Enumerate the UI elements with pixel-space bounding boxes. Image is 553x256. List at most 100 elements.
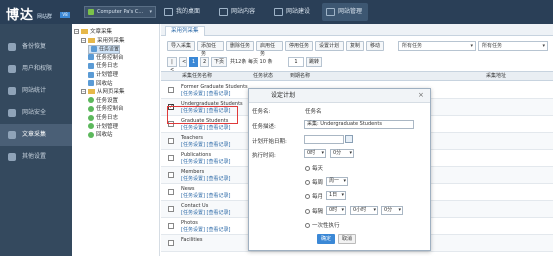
minute-value: 0分 bbox=[333, 150, 342, 156]
tree-item-label: 任务控制台 bbox=[96, 106, 124, 113]
tree-item[interactable]: 任务日志 bbox=[88, 114, 118, 122]
row-checkbox[interactable] bbox=[168, 172, 174, 178]
toolbar-button[interactable]: 停用任务 bbox=[285, 41, 313, 51]
tree-item[interactable]: 计划管理 bbox=[88, 123, 118, 131]
filter-value: 所有任务 bbox=[482, 43, 503, 49]
sidebar-item-users[interactable]: 用户和权限 bbox=[0, 58, 72, 80]
task-desc-input[interactable]: 采集: Undergraduate Students bbox=[304, 120, 414, 129]
radio-weekly[interactable] bbox=[305, 180, 310, 185]
tree-item[interactable]: 计划管理 bbox=[88, 71, 118, 79]
row-checkbox[interactable] bbox=[168, 189, 174, 195]
desktop-icon bbox=[164, 8, 173, 16]
radio-once[interactable] bbox=[305, 223, 310, 228]
tree-item[interactable]: 任务控制台 bbox=[88, 54, 124, 62]
sidebar-item-security[interactable]: 网站安全 bbox=[0, 102, 72, 124]
tab-column-collect[interactable]: 采用列采集 bbox=[165, 26, 205, 36]
toolbar-button[interactable]: 删除任务 bbox=[226, 41, 254, 51]
expand-toggle-icon: − bbox=[74, 29, 79, 34]
tree-item[interactable]: − 采用列采集 bbox=[81, 37, 125, 45]
start-date-label: 计划开始日期: bbox=[252, 139, 287, 145]
toolbar-button[interactable]: 导入采集 bbox=[167, 41, 195, 51]
row-checkbox[interactable] bbox=[168, 223, 174, 229]
row-action-links[interactable]: [任务设置] [查看记录] bbox=[181, 227, 230, 233]
row-action-links[interactable]: [任务设置] [查看记录] bbox=[181, 176, 230, 182]
row-action-links[interactable]: [任务设置] [查看记录] bbox=[181, 159, 230, 165]
chevron-down-icon: ▾ bbox=[321, 150, 324, 156]
row-action-links[interactable]: [任务设置] [查看记录] bbox=[181, 142, 230, 148]
page-1-button[interactable]: 1 bbox=[189, 57, 198, 67]
toolbar-button[interactable]: 设置计划 bbox=[315, 41, 344, 51]
tree-item[interactable]: − 文章采集 bbox=[74, 28, 112, 36]
weekday-select[interactable]: 周一 ▾ bbox=[326, 177, 348, 186]
chevron-down-icon: ▾ bbox=[149, 9, 152, 15]
tree-item[interactable]: 任务控制台 bbox=[88, 105, 124, 113]
toolbar-button[interactable]: 移动 bbox=[366, 41, 384, 51]
filter-value: 所有任务 bbox=[402, 43, 423, 49]
task-filter-select[interactable]: 所有任务 ▾ bbox=[398, 41, 476, 51]
row-checkbox[interactable] bbox=[168, 240, 174, 246]
chevron-down-icon: ▾ bbox=[470, 43, 473, 49]
row-task-name: Members bbox=[181, 169, 205, 175]
row-task-name: Contact Us bbox=[181, 203, 209, 209]
tree-item[interactable]: 回收站 bbox=[88, 80, 113, 88]
minute-select[interactable]: 0分 ▾ bbox=[330, 149, 354, 158]
sidebar-item-collect[interactable]: 文章采集 bbox=[0, 124, 72, 146]
sidebar-item-other[interactable]: 其他设置 bbox=[0, 146, 72, 168]
nav-site-build[interactable]: 网站建设 bbox=[270, 3, 316, 21]
task-icon bbox=[91, 46, 97, 53]
first-page-button[interactable]: |< bbox=[167, 57, 177, 73]
goto-button[interactable]: 跳转 bbox=[306, 57, 322, 67]
row-action-links[interactable]: [任务设置] [查看记录] bbox=[181, 193, 230, 199]
row-checkbox[interactable] bbox=[168, 87, 174, 93]
monthday-select[interactable]: 1日 ▾ bbox=[326, 191, 346, 200]
sidebar-item-label: 网站安全 bbox=[22, 109, 47, 116]
shield-icon bbox=[8, 109, 16, 117]
close-icon[interactable]: × bbox=[418, 91, 424, 99]
task-name-value: 任务名 bbox=[305, 109, 322, 115]
hour-select[interactable]: 0时 ▾ bbox=[304, 149, 326, 158]
page-2-button[interactable]: 2 bbox=[200, 57, 209, 67]
every-minute-select[interactable]: 0分 ▾ bbox=[381, 206, 403, 215]
tree-item[interactable]: 回收站 bbox=[88, 131, 113, 139]
tree-item[interactable]: 任务日志 bbox=[88, 62, 118, 70]
toolbar-button[interactable]: 复制 bbox=[346, 41, 364, 51]
site-select[interactable]: Computer Pa's C... ▾ bbox=[84, 6, 156, 18]
row-task-name: Publications bbox=[181, 152, 212, 158]
monthday-value: 1日 bbox=[329, 192, 338, 198]
web-task-icon bbox=[88, 123, 94, 130]
ok-button[interactable]: 确定 bbox=[317, 234, 335, 244]
row-checkbox[interactable] bbox=[168, 138, 174, 144]
row-action-links[interactable]: [任务设置] [查看记录] bbox=[181, 91, 230, 97]
row-action-links[interactable]: [任务设置] [查看记录] bbox=[181, 125, 230, 131]
cancel-button[interactable]: 取消 bbox=[338, 234, 356, 244]
start-date-input[interactable] bbox=[304, 135, 344, 144]
every-hour-select-a[interactable]: 0时 ▾ bbox=[326, 206, 346, 215]
goto-page-input[interactable]: 1 bbox=[288, 57, 304, 67]
expand-toggle-icon: − bbox=[81, 89, 86, 95]
calendar-icon[interactable] bbox=[345, 135, 353, 143]
tree-item[interactable]: − 从网页采集 bbox=[81, 88, 125, 96]
task-desc-label: 任务描述: bbox=[252, 124, 276, 130]
chevron-down-icon: ▾ bbox=[341, 207, 344, 213]
next-page-button[interactable]: 下页 bbox=[211, 57, 227, 67]
toolbar-button[interactable]: 启用任务 bbox=[256, 41, 283, 57]
sidebar-item-backup[interactable]: 备份恢复 bbox=[0, 36, 72, 58]
radio-every-label: 每隔 bbox=[312, 209, 324, 215]
nav-site-manage[interactable]: 网站管理 bbox=[322, 3, 369, 21]
prev-page-button[interactable]: < bbox=[179, 57, 187, 67]
radio-monthly[interactable] bbox=[305, 194, 310, 199]
tree-item[interactable]: 任务设置 bbox=[88, 97, 118, 105]
row-action-links[interactable]: [任务设置] [查看记录] bbox=[181, 210, 230, 216]
radio-daily[interactable] bbox=[305, 166, 310, 171]
logo-subtitle: 网站群 bbox=[37, 14, 53, 20]
sidebar-item-stats[interactable]: 网站统计 bbox=[0, 80, 72, 102]
every-hour-select[interactable]: 0小时 ▾ bbox=[350, 206, 378, 215]
users-icon bbox=[8, 65, 16, 73]
nav-my-desktop[interactable]: 我的桌面 bbox=[160, 3, 206, 21]
nav-site-content[interactable]: 网站内容 bbox=[215, 3, 261, 21]
toolbar-button[interactable]: 添加任务 bbox=[197, 41, 224, 57]
row-checkbox[interactable] bbox=[168, 155, 174, 161]
task-filter-select-2[interactable]: 所有任务 ▾ bbox=[478, 41, 548, 51]
row-checkbox[interactable] bbox=[168, 206, 174, 212]
radio-every[interactable] bbox=[305, 209, 310, 214]
